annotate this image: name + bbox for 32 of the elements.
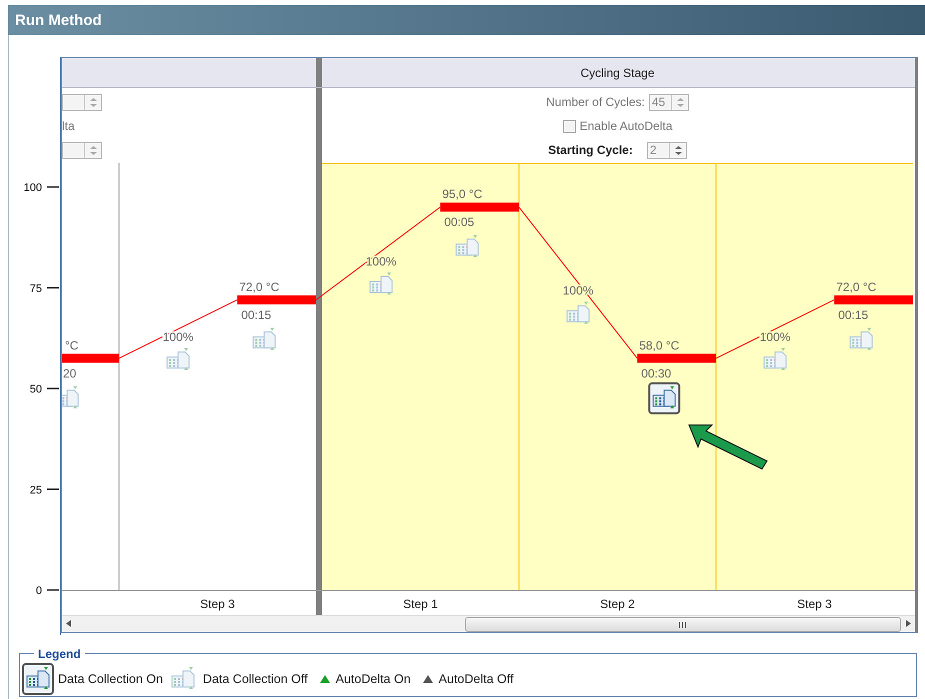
time-label: 00:15 — [838, 308, 868, 322]
step-label: Step 1 — [402, 596, 439, 613]
temperature-label: °C — [65, 338, 78, 352]
step-label: Step 3 — [796, 596, 833, 613]
temperature-label: 72,0 °C — [239, 280, 280, 294]
time-label: 20 — [63, 366, 76, 380]
temperature-label: 72,0 °C — [836, 280, 876, 294]
tick-label: 0 — [36, 585, 42, 597]
ramp-rate-label: 100% — [162, 330, 194, 344]
step-label: Step 3 — [199, 596, 236, 613]
ramp-rate-label: 100% — [760, 330, 790, 344]
ramp-rate-label: 100% — [366, 254, 396, 268]
checkbox-label: Enable AutoDelta — [580, 118, 672, 135]
tick-label: 50 — [30, 384, 42, 396]
time-label: 00:15 — [241, 308, 272, 322]
legend-label: AutoDelta On — [336, 670, 411, 688]
step-label: Step 2 — [599, 596, 636, 613]
time-label: 00:05 — [444, 215, 474, 230]
tick-label: 100 — [24, 182, 42, 194]
legend-label: Data Collection Off — [202, 670, 308, 688]
field-label: Number of Cycles: — [546, 94, 645, 111]
legend-label: AutoDelta Off — [438, 670, 514, 688]
time-label: 00:30 — [641, 366, 672, 380]
tick-label: 25 — [30, 484, 42, 496]
stage-title: Cycling Stage — [580, 64, 655, 82]
window-title: Run Method — [8, 5, 925, 35]
tick-label: 75 — [30, 282, 42, 295]
temperature-label: 58,0 °C — [639, 338, 680, 352]
temperature-label: 95,0 °C — [442, 187, 482, 202]
field-label: lta — [62, 118, 75, 135]
field-label: Starting Cycle: — [548, 142, 633, 159]
legend-label: Data Collection On — [58, 670, 163, 688]
